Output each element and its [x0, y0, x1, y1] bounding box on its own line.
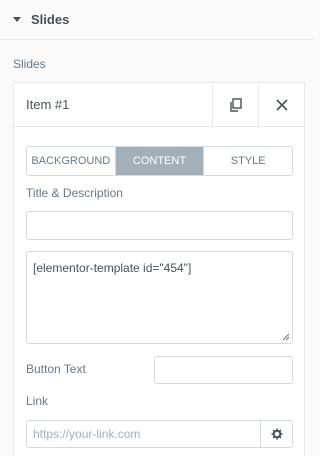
duplicate-button[interactable]	[212, 83, 258, 126]
repeater-item: Item #1 BACKGROUND CONTENT STYLE Title &…	[13, 82, 305, 456]
section-title: Slides	[31, 12, 70, 27]
title-description-label: Title & Description	[26, 186, 123, 200]
tab-content[interactable]: CONTENT	[114, 147, 204, 175]
button-text-label: Button Text	[26, 362, 86, 376]
repeater-label: Slides	[13, 57, 46, 71]
duplicate-icon	[229, 97, 242, 112]
section-header-slides[interactable]: Slides	[0, 0, 314, 40]
description-textarea[interactable]: [elementor-template id="454"]	[26, 251, 293, 344]
remove-item-button[interactable]	[258, 83, 304, 126]
gear-icon	[271, 428, 282, 440]
title-input[interactable]	[26, 211, 293, 240]
close-icon	[275, 98, 288, 111]
link-label: Link	[26, 394, 49, 408]
resize-grip-icon[interactable]	[282, 333, 290, 341]
tab-background[interactable]: BACKGROUND	[27, 147, 115, 175]
link-field: https://your-link.com	[26, 420, 293, 448]
repeater-item-title[interactable]: Item #1	[14, 83, 212, 126]
description-text: [elementor-template id="454"]	[33, 261, 192, 275]
tab-style[interactable]: STYLE	[203, 147, 292, 175]
link-options-button[interactable]	[260, 421, 292, 447]
button-text-input[interactable]	[154, 356, 293, 384]
caret-down-icon	[13, 17, 21, 22]
tabs: BACKGROUND CONTENT STYLE	[26, 146, 293, 176]
repeater-item-bar: Item #1	[14, 83, 304, 127]
link-input[interactable]: https://your-link.com	[27, 421, 260, 447]
